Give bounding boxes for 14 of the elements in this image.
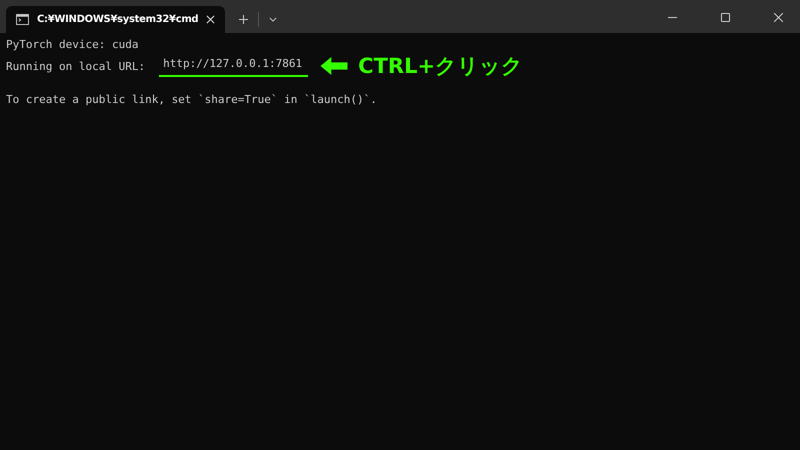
annotation-label: CTRL+クリック: [358, 53, 524, 80]
close-icon[interactable]: [206, 15, 216, 24]
terminal-line: PyTorch device: cuda: [6, 37, 138, 52]
terminal-line: Running on local URL:: [6, 58, 146, 74]
maximize-icon[interactable]: [721, 13, 730, 22]
terminal-icon: [16, 14, 29, 25]
tab-title: C:¥WINDOWS¥system32¥cmd: [37, 14, 198, 25]
new-tab-icon[interactable]: [239, 15, 248, 24]
terminal-line: To create a public link, set `share=True` in `launch()`.: [6, 92, 377, 107]
arrow-icon: [320, 57, 348, 75]
url-link[interactable]: http://127.0.0.1:7861: [159, 56, 308, 76]
close-icon[interactable]: [774, 13, 783, 22]
tab[interactable]: C:¥WINDOWS¥system32¥cmd: [6, 6, 226, 33]
chevron-down-icon[interactable]: [269, 17, 278, 22]
